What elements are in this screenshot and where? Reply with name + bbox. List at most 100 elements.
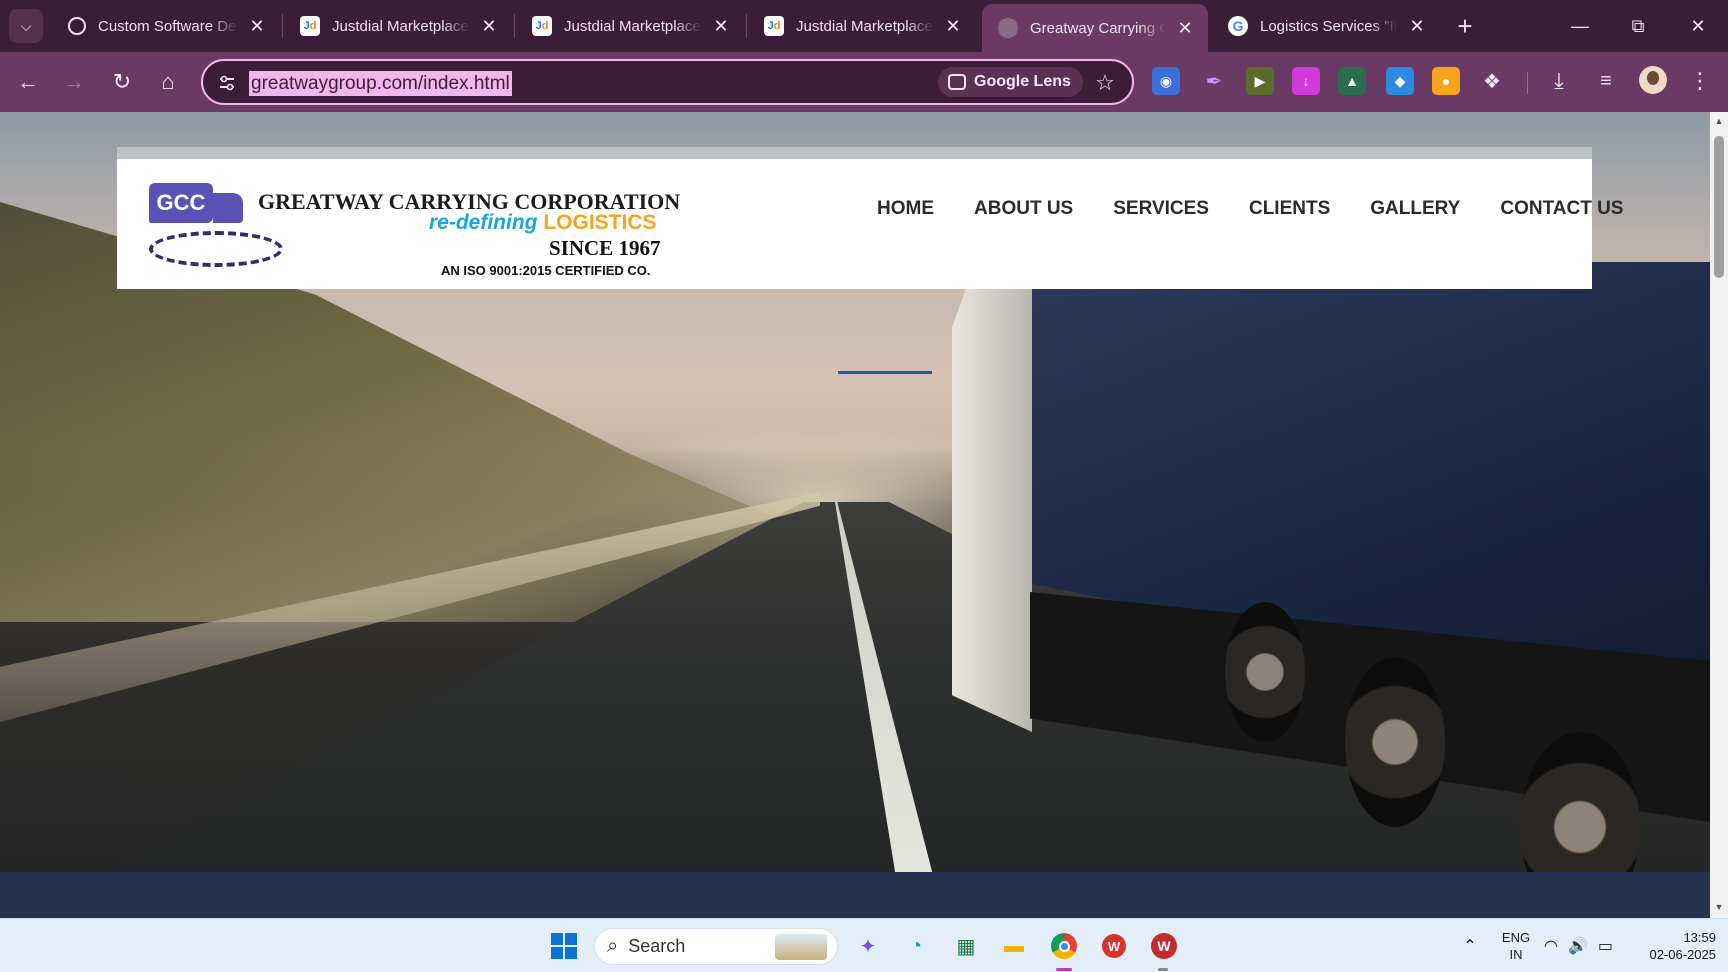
tab-custom-software[interactable]: Custom Software Deta ✕ [52, 6, 280, 46]
close-window-button[interactable]: ✕ [1678, 10, 1718, 42]
forward-button[interactable]: → [58, 66, 90, 98]
edge-browser-icon[interactable]: ◔ [898, 928, 934, 964]
toolbar-separator [1527, 72, 1528, 94]
browser-toolbar: ← → ↻ ⌂ greatwaygroup.com/index.html Goo… [0, 52, 1728, 112]
site-info-icon[interactable] [215, 71, 239, 95]
tab-title: Custom Software Deta [98, 17, 238, 35]
spreadsheet-app-icon[interactable]: ▦ [948, 928, 984, 964]
wifi-icon: ◠ [1544, 938, 1558, 955]
nav-home[interactable]: HOME [857, 189, 954, 229]
restore-icon: ⧉ [1631, 15, 1645, 36]
restore-button[interactable]: ⧉ [1618, 10, 1658, 42]
hero-truck-wheel [1225, 602, 1305, 742]
page-scrollbar[interactable]: ▲ ▼ [1710, 112, 1728, 918]
logo-badge: GCC [149, 183, 213, 223]
screen-capture-extension-icon[interactable]: ◉ [1152, 67, 1180, 95]
camera-lens-icon [948, 74, 966, 90]
landscape-extension-icon[interactable]: ▲ [1338, 67, 1366, 95]
tab-title: Justdial Marketplace - [796, 17, 934, 35]
wps-running-indicator [1158, 968, 1168, 971]
wps-writer-icon[interactable]: W [1146, 928, 1182, 964]
wps-writer-logo-icon: W [1151, 933, 1177, 959]
feather-extension-icon[interactable]: ✒ [1200, 67, 1228, 95]
scrollbar-thumb[interactable] [1714, 136, 1724, 278]
tab-search-button[interactable]: ⌵ [9, 9, 43, 43]
tab-logistics-images[interactable]: G Logistics Services "Ima ✕ [1212, 6, 1440, 46]
close-tab-icon[interactable]: ✕ [246, 15, 268, 37]
page-viewport: GCC GREATWAY CARRYING CORPORATION re-def… [0, 112, 1710, 918]
scroll-down-icon[interactable]: ▼ [1714, 902, 1724, 912]
url-text[interactable]: greatwaygroup.com/index.html [249, 71, 512, 96]
chrome-icon[interactable] [1046, 928, 1082, 964]
close-tab-icon[interactable]: ✕ [1174, 17, 1196, 39]
arrow-left-icon: ← [17, 69, 39, 94]
company-tagline: re-defining LOGISTICS [429, 211, 657, 235]
tab-justdial-2[interactable]: Jd Justdial Marketplace - ✕ [516, 6, 744, 46]
arrow-right-icon: → [63, 69, 85, 94]
logo-ring [149, 231, 283, 267]
file-explorer-icon[interactable]: ▬ [996, 928, 1032, 964]
reload-button[interactable]: ↻ [106, 66, 138, 98]
scroll-up-icon[interactable]: ▲ [1714, 116, 1724, 126]
taskbar-search-label: Search [628, 936, 686, 956]
close-tab-icon[interactable]: ✕ [710, 15, 732, 37]
profile-avatar[interactable] [1639, 66, 1667, 94]
close-tab-icon[interactable]: ✕ [942, 15, 964, 37]
google-lens-button[interactable]: Google Lens [938, 67, 1083, 97]
taskbar-search[interactable]: ⌕ Search [594, 928, 838, 965]
next-section-strip [0, 872, 1710, 918]
reading-list-icon[interactable]: ≡ [1592, 67, 1620, 95]
since-year: SINCE 1967 [549, 236, 661, 260]
tab-title: Justdial Marketplace - [332, 17, 470, 35]
new-tab-button[interactable]: + [1450, 11, 1480, 41]
justdial-icon: Jd [764, 16, 784, 36]
tab-justdial-1[interactable]: Jd Justdial Marketplace - ✕ [284, 6, 512, 46]
close-tab-icon[interactable]: ✕ [478, 15, 500, 37]
windows-taskbar: ⌕ Search ✦ ◔ ▦ ▬ W W ⌃ ENG IN ◠ 🔊 ▭ 13:5… [0, 918, 1728, 972]
diamond-extension-icon[interactable]: ◆ [1386, 67, 1414, 95]
close-tab-icon[interactable]: ✕ [1406, 15, 1428, 37]
search-highlight-image [775, 934, 827, 960]
truck-icon [213, 193, 243, 223]
justdial-icon: Jd [300, 16, 320, 36]
chrome-running-indicator [1056, 968, 1072, 971]
tagline-part-2: LOGISTICS [543, 211, 657, 234]
tab-separator [746, 14, 747, 38]
nav-gallery[interactable]: GALLERY [1350, 189, 1480, 229]
bookmark-star-icon[interactable]: ☆ [1091, 69, 1119, 97]
minimize-button[interactable]: — [1560, 10, 1600, 42]
language-indicator[interactable]: ENG IN [1496, 919, 1536, 972]
nav-clients[interactable]: CLIENTS [1229, 189, 1350, 229]
download-extension-icon[interactable]: ↓ [1292, 67, 1320, 95]
downloads-icon[interactable]: ⤓ [1545, 67, 1573, 95]
kebab-menu-icon[interactable]: ⋮ [1686, 67, 1714, 95]
volume-icon: 🔊 [1567, 938, 1588, 955]
nav-about-us[interactable]: ABOUT US [954, 189, 1093, 229]
honey-extension-icon[interactable]: ● [1432, 67, 1460, 95]
nav-services[interactable]: SERVICES [1093, 189, 1229, 229]
wps-office-icon[interactable]: W [1096, 928, 1132, 964]
address-bar[interactable]: greatwaygroup.com/index.html Google Lens… [201, 59, 1134, 105]
tab-justdial-3[interactable]: Jd Justdial Marketplace - ✕ [748, 6, 976, 46]
justdial-icon: Jd [532, 16, 552, 36]
puzzle-extensions-icon[interactable]: ❖ [1478, 67, 1506, 95]
terminal-extension-icon[interactable]: ▶ [1246, 67, 1274, 95]
taskbar-clock[interactable]: 13:59 02-06-2025 [1628, 919, 1717, 972]
wps-logo-icon: W [1102, 934, 1126, 958]
windows-logo-icon [551, 933, 577, 959]
tab-title: Logistics Services "Ima [1260, 17, 1398, 35]
show-hidden-icons-button[interactable]: ⌃ [1456, 919, 1484, 972]
copilot-icon[interactable]: ✦ [850, 928, 886, 964]
plus-icon: + [1457, 10, 1473, 41]
home-button[interactable]: ⌂ [152, 66, 184, 98]
system-tray[interactable]: ◠ 🔊 ▭ [1544, 919, 1624, 972]
tab-strip: ⌵ Custom Software Deta ✕ Jd Justdial Mar… [0, 0, 1728, 52]
home-icon: ⌂ [161, 69, 175, 94]
start-button[interactable] [546, 928, 582, 964]
tab-greatway[interactable]: Greatway Carrying Cor ✕ [982, 4, 1208, 52]
clock-date: 02-06-2025 [1649, 947, 1717, 962]
back-button[interactable]: ← [12, 66, 44, 98]
close-icon: ✕ [1690, 15, 1706, 36]
hero-truck-wheel [1345, 657, 1445, 827]
nav-contact-us[interactable]: CONTACT US [1480, 189, 1643, 229]
